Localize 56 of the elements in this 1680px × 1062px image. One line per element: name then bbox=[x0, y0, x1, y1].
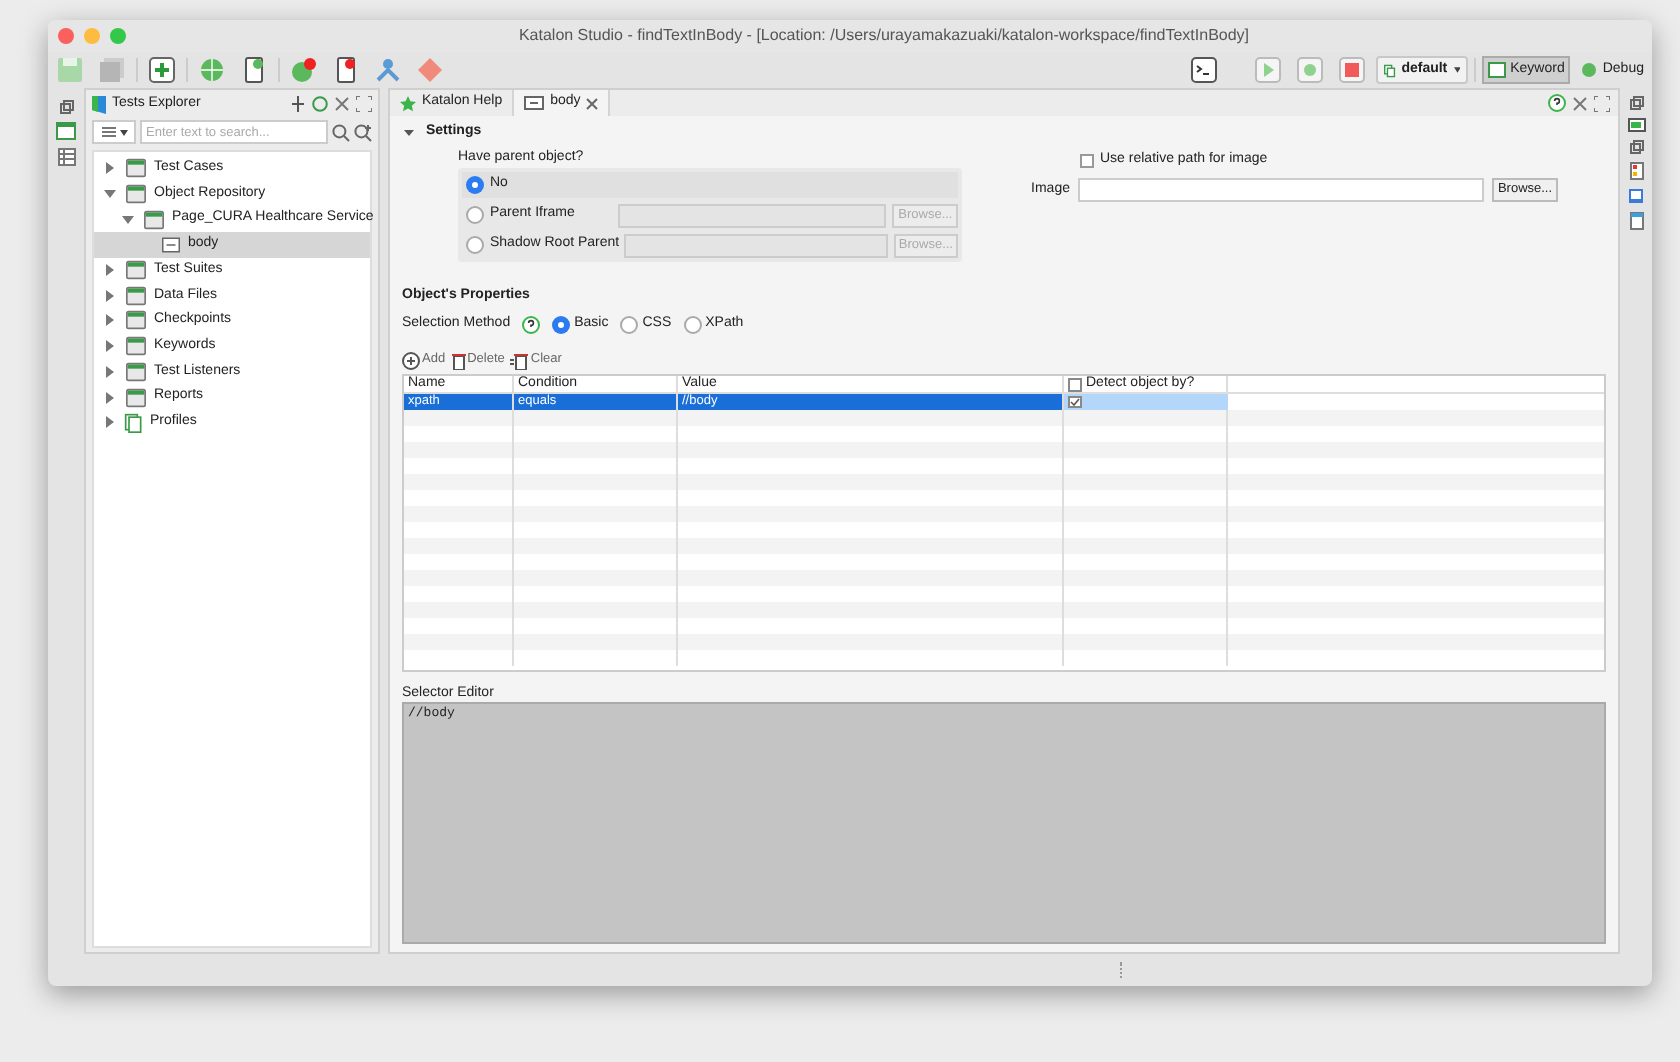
window-title: Katalon Studio - findTextInBody - [Location: /Users/urayamakazuaki/katalon-workspace/findTextInBody] bbox=[516, 24, 1252, 48]
window-icon[interactable] bbox=[1629, 212, 1643, 230]
stop-icon[interactable] bbox=[1334, 54, 1371, 86]
folder-icon bbox=[124, 310, 148, 331]
radio-button[interactable] bbox=[552, 315, 571, 333]
close-window-button[interactable] bbox=[58, 28, 74, 44]
filter-icon bbox=[101, 126, 115, 138]
trash-icon bbox=[510, 351, 529, 369]
help-icon[interactable] bbox=[522, 315, 541, 333]
help-icon[interactable] bbox=[1548, 94, 1566, 112]
radio-button[interactable] bbox=[683, 315, 702, 333]
folder-icon bbox=[124, 158, 148, 179]
checkbox[interactable] bbox=[1068, 396, 1082, 408]
folder-icon bbox=[124, 285, 148, 306]
search-icon[interactable] bbox=[332, 123, 350, 141]
folder-icon bbox=[124, 387, 148, 408]
folder-icon bbox=[124, 260, 148, 281]
window-icon bbox=[1488, 62, 1507, 78]
terminal-icon[interactable] bbox=[1186, 54, 1223, 86]
folder-icon bbox=[142, 209, 166, 230]
element-icon bbox=[160, 235, 182, 254]
maximize-icon[interactable] bbox=[356, 96, 372, 112]
add-icon bbox=[402, 351, 420, 369]
caret-icon bbox=[1453, 66, 1461, 74]
list-icon[interactable] bbox=[57, 148, 75, 166]
trash-icon bbox=[451, 351, 466, 369]
globe-record-icon[interactable] bbox=[286, 54, 322, 86]
checkbox[interactable] bbox=[1080, 154, 1094, 168]
text-field[interactable] bbox=[624, 233, 888, 257]
advanced-search-icon[interactable] bbox=[354, 123, 372, 141]
radio-button[interactable] bbox=[466, 176, 484, 194]
text-field[interactable] bbox=[618, 203, 887, 227]
folder-icon bbox=[124, 361, 148, 382]
add-icon[interactable] bbox=[144, 54, 180, 86]
check-icon bbox=[1070, 398, 1080, 406]
caret-icon bbox=[119, 129, 127, 135]
star-icon bbox=[400, 95, 416, 111]
explorer-icon[interactable] bbox=[56, 122, 76, 140]
element-icon bbox=[524, 96, 545, 110]
folder-icon bbox=[124, 184, 148, 205]
image-path-field[interactable] bbox=[1078, 178, 1484, 202]
pages-icon bbox=[124, 411, 144, 434]
restore-icon[interactable] bbox=[59, 100, 73, 114]
radio-button[interactable] bbox=[620, 315, 639, 333]
maximize-icon[interactable] bbox=[1594, 95, 1610, 111]
folder-icon bbox=[124, 336, 148, 357]
restore-icon[interactable] bbox=[1629, 96, 1643, 110]
document-icon[interactable] bbox=[1629, 162, 1643, 180]
restore-icon[interactable] bbox=[1629, 140, 1643, 154]
explorer-icon bbox=[92, 95, 106, 113]
section-toggle[interactable] bbox=[402, 126, 414, 138]
close-icon[interactable] bbox=[586, 97, 599, 109]
panel-icon[interactable] bbox=[1627, 118, 1645, 132]
pages-icon bbox=[1384, 61, 1396, 79]
monitor-icon[interactable] bbox=[1628, 188, 1644, 204]
filter-dropdown[interactable] bbox=[92, 120, 136, 144]
